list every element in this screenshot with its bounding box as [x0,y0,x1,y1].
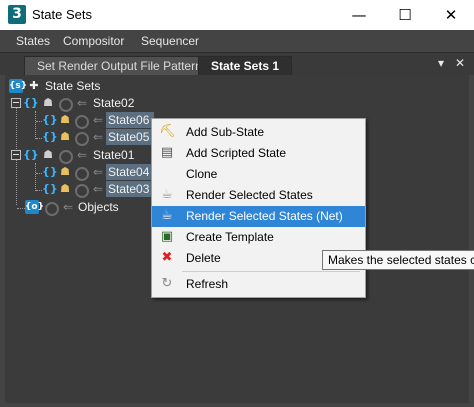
record-toggle-icon[interactable] [75,132,89,146]
close-button[interactable]: ✕ [428,0,474,30]
menu-states[interactable]: States [16,34,50,48]
objects-braces-icon: {o} [25,200,44,214]
tree-root-label: State Sets [45,79,101,93]
menu-item-refresh[interactable]: ↻ Refresh [152,274,365,295]
braces-icon: {} [23,148,39,161]
state04-label: State04 [108,165,150,179]
app-3dsmax-icon: 3 [8,5,26,24]
teapot-icon[interactable]: ☗ [41,148,55,162]
state-set-icon: {s} [9,79,28,93]
record-toggle-icon[interactable] [45,202,59,216]
state03-label: State03 [108,182,150,196]
tab-set-render-output[interactable]: Set Render Output File Pattern [24,56,215,75]
menu-item-render-selected-states[interactable]: ☕ Render Selected States [152,185,365,206]
menu-item-render-selected-states-net[interactable]: ☕ Render Selected States (Net) [152,206,365,227]
arrow-left-icon: ⇐ [76,148,88,162]
record-toggle-icon[interactable] [75,167,89,181]
state06-label: State06 [108,113,150,127]
delete-x-icon: ✖ [161,250,173,265]
teapot-net-icon: ☕ [161,208,173,223]
add-substate-icon: ⛏ [159,124,176,139]
teapot-icon[interactable]: ☗ [58,113,72,127]
tooltip-text: Makes the selected states cur [328,253,474,267]
refresh-icon: ↻ [161,276,173,291]
teapot-icon[interactable]: ☗ [58,130,72,144]
teapot-icon[interactable]: ☗ [41,96,55,110]
menu-item-clone[interactable]: Clone [152,164,365,185]
state01-label: State01 [93,148,135,162]
braces-icon: {} [42,165,58,178]
arrow-left-icon: ⇐ [62,200,74,214]
menu-bar: States Compositor Sequencer [0,30,474,52]
tab-state-sets-1[interactable]: State Sets 1 [198,56,293,75]
menu-separator [182,271,360,272]
objects-label: Objects [78,200,119,214]
braces-icon: {} [42,113,58,126]
teapot-icon[interactable]: ☗ [58,182,72,196]
maximize-button[interactable]: ☐ [382,0,428,30]
menu-sequencer[interactable]: Sequencer [141,34,199,48]
menu-compositor[interactable]: Compositor [63,34,124,48]
braces-icon: {} [42,182,58,195]
braces-icon: {} [23,96,39,109]
tree-row-state02[interactable]: {} ☗ ⇐ State02 [5,95,305,112]
arrow-left-icon: ⇐ [92,130,104,144]
collapse-icon[interactable] [11,98,21,108]
teapot-icon: ☕ [161,187,173,202]
tab-close-icon[interactable]: ✕ [455,56,465,70]
menu-item-create-template[interactable]: ▣ Create Template [152,227,365,248]
record-toggle-icon[interactable] [75,184,89,198]
menu-item-add-sub-state[interactable]: ⛏ Add Sub-State [152,122,365,143]
record-toggle-icon[interactable] [59,98,73,112]
template-icon: ▣ [160,229,174,244]
record-toggle-icon[interactable] [75,115,89,129]
script-icon: ▤ [160,145,174,160]
title-bar[interactable]: 3 State Sets — ☐ ✕ [0,0,474,30]
state02-label: State02 [93,96,135,110]
teapot-icon[interactable]: ☗ [58,165,72,179]
tree-row-root[interactable]: {s} ✚ State Sets [5,78,305,95]
collapse-icon[interactable] [11,150,21,160]
add-state-icon[interactable]: ✚ [27,79,41,93]
arrow-left-icon: ⇐ [76,96,88,110]
record-toggle-icon[interactable] [59,150,73,164]
state05-label: State05 [108,130,150,144]
menu-item-add-scripted-state[interactable]: ▤ Add Scripted State [152,143,365,164]
arrow-left-icon: ⇐ [92,182,104,196]
tooltip: Makes the selected states cur [322,250,474,270]
braces-icon: {} [42,130,58,143]
tab-dropdown-icon[interactable]: ▾ [438,56,444,70]
minimize-button[interactable]: — [336,0,382,30]
window-title: State Sets [32,7,92,22]
state-sets-window: 3 State Sets — ☐ ✕ States Compositor Seq… [0,0,474,407]
context-menu: ⛏ Add Sub-State ▤ Add Scripted State Clo… [151,118,366,298]
tab-strip: Set Render Output File Pattern State Set… [0,52,474,75]
arrow-left-icon: ⇐ [92,113,104,127]
arrow-left-icon: ⇐ [92,165,104,179]
